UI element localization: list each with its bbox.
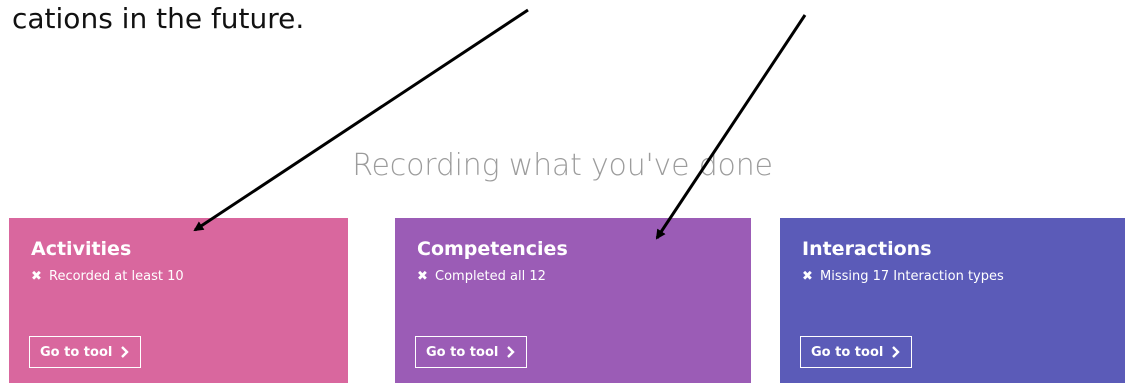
card-title: Interactions	[802, 238, 932, 260]
activities-card: Activities ✖ Recorded at least 10 Go to …	[9, 218, 348, 383]
chevron-right-icon	[507, 346, 516, 358]
card-title: Activities	[31, 238, 132, 260]
chevron-right-icon	[892, 346, 901, 358]
competencies-card: Competencies ✖ Completed all 12 Go to to…	[395, 218, 751, 383]
card-status-text: Recorded at least 10	[49, 269, 184, 284]
go-to-tool-button[interactable]: Go to tool	[800, 336, 913, 368]
card-status-text: Completed all 12	[435, 269, 546, 284]
go-to-tool-label: Go to tool	[811, 344, 884, 360]
card-status: ✖ Completed all 12	[417, 268, 729, 286]
x-icon: ✖	[802, 269, 813, 284]
card-status: ✖ Missing 17 Interaction types	[802, 268, 1103, 286]
interactions-card: Interactions ✖ Missing 17 Interaction ty…	[780, 218, 1125, 383]
card-status-text: Missing 17 Interaction types	[820, 269, 1004, 284]
go-to-tool-label: Go to tool	[40, 344, 113, 360]
go-to-tool-button[interactable]: Go to tool	[29, 336, 142, 368]
card-status: ✖ Recorded at least 10	[31, 268, 326, 286]
card-title: Competencies	[417, 238, 568, 260]
go-to-tool-button[interactable]: Go to tool	[415, 336, 528, 368]
document-text: cations in the future.	[12, 2, 305, 35]
x-icon: ✖	[31, 269, 42, 284]
arrow-to-activities	[193, 8, 529, 232]
chevron-right-icon	[121, 346, 130, 358]
go-to-tool-label: Go to tool	[426, 344, 499, 360]
section-title: Recording what you've done	[352, 148, 773, 183]
arrow-to-competencies	[655, 14, 807, 240]
x-icon: ✖	[417, 269, 428, 284]
